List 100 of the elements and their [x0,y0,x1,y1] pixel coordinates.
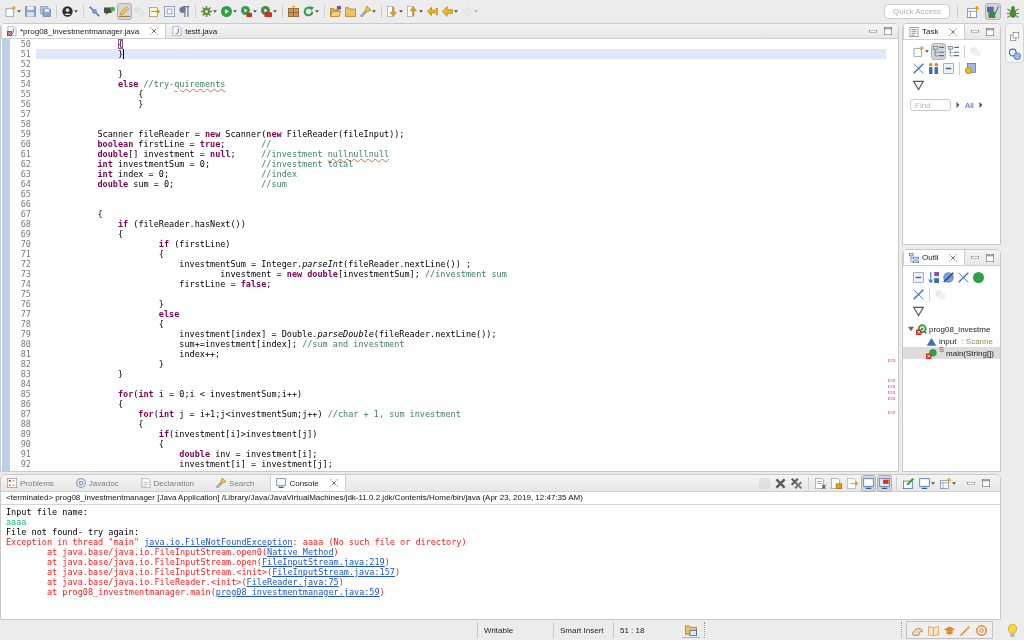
view-tab[interactable]: Console [270,475,346,491]
source-link[interactable]: FileReader.java:75 [246,577,339,587]
line-number: 87 [20,409,31,419]
two-figures-icon [928,63,939,74]
maximize-icon[interactable] [986,27,994,36]
view-tab[interactable]: Javadoc [69,475,135,491]
document-lock-icon [831,477,842,489]
task-list-icon [909,26,919,37]
warning-list-icon [7,478,17,488]
open-book-icon[interactable] [928,624,939,636]
status-field: 51 : 18 [614,625,676,635]
lifebuoy-icon[interactable] [976,624,987,636]
view-tab[interactable]: Declaration [134,475,211,491]
source-link[interactable]: FileInputStream.java:157 [272,567,395,577]
quick-access-field[interactable]: Quick Access [884,4,950,19]
code-line: if (fileReader.hasNext()) [117,219,246,229]
toolbar-button[interactable] [926,269,941,286]
crossed-line-icon [913,63,924,74]
pencil-icon [119,6,130,17]
caret-icon [454,10,458,13]
console-line: aaaa [6,517,27,527]
crossed-line-icon [958,272,969,283]
toolbar-button[interactable] [941,269,956,286]
perspective-button[interactable] [1005,3,1021,20]
minimize-icon[interactable] [971,29,979,34]
toolbar-button[interactable] [926,60,941,77]
double-cross-icon [791,477,802,489]
code-line: boolean firstLine = true; // [97,139,272,149]
code-line: else //try-quirements [117,79,226,89]
triangle-right-icon[interactable] [956,102,960,108]
triangle-down-icon [913,80,924,91]
find-field[interactable]: Find [910,99,951,111]
line-number: 61 [20,149,31,159]
bug-icon [1007,5,1019,18]
close-icon[interactable] [150,27,159,35]
status-button[interactable] [682,622,700,638]
framed-square-icon [164,6,175,17]
triangle-right-icon[interactable] [978,102,983,108]
maximize-icon[interactable] [982,479,990,487]
code-line: else [158,309,180,319]
source-link[interactable]: prog08_investmentmanager.java:59 [215,587,380,597]
triangle-down-icon[interactable] [908,326,914,332]
view-tab[interactable]: Task [903,24,966,39]
close-icon[interactable] [329,479,338,487]
close-icon[interactable] [949,27,958,36]
view-tab[interactable]: Problems [1,475,70,491]
minimize-icon[interactable] [971,255,979,260]
toolbar-button[interactable] [328,3,343,20]
magic-wand-icon[interactable] [960,624,971,636]
perspective-button[interactable] [985,3,1001,20]
dot-icon [973,272,984,283]
toolbar-button[interactable] [60,3,80,20]
line-number: 81 [20,349,31,359]
line-number: 90 [20,439,31,449]
caret-icon [372,10,376,13]
caret-icon [74,10,78,13]
perspective-button[interactable] [965,3,981,20]
code-line: int index = 0; //index [97,169,297,179]
source-link[interactable]: Native Method [267,547,334,557]
source-link[interactable]: FileInputStream.java:219 [261,557,385,567]
graduation-cap-icon[interactable] [944,624,955,636]
view-tab[interactable]: Outli [903,250,966,265]
tree-item[interactable]: input : Scanne [903,335,1000,347]
minimize-icon[interactable] [967,480,975,486]
line-number: 72 [20,259,31,269]
maximize-icon[interactable] [986,253,994,262]
toolbar-button[interactable] [946,43,961,60]
editor-tab[interactable]: testt.java [166,24,234,38]
document-plus-icon [913,46,924,57]
editor-tab[interactable]: *prog08_investmentmanager.java [1,24,167,38]
speech-bubble-icon [104,6,115,17]
line-number: 59 [20,129,31,139]
maximize-icon[interactable] [884,27,892,35]
console-line: at java.base/java.io.FileReader.<init>(FileReader.java:75) [46,577,344,587]
tree-list-icon [948,46,959,57]
minimize-icon[interactable] [869,28,877,34]
code-line: sum+=investment[index]; //sum and investment [179,339,405,349]
window-arrow-icon [149,6,160,17]
source-link[interactable]: java.io.FileNotFoundException [144,537,293,547]
line-number: 65 [20,189,31,199]
line-number: 68 [20,219,31,229]
caret-icon [925,50,929,53]
caret-icon [474,10,478,13]
crate-icon [288,6,299,17]
help-rings-icon[interactable] [1008,48,1021,60]
arrow-left-icon [427,6,438,17]
line-number: 54 [20,79,31,89]
occurrence-marker-icon [888,391,895,394]
restore-icon[interactable] [1010,32,1019,41]
filter-link[interactable]: All [965,100,974,110]
arrow-up-icon [407,6,418,17]
view-tab[interactable]: Search [210,475,271,491]
close-icon[interactable] [949,253,958,262]
line-number: 89 [20,429,31,439]
code-line: { [158,439,164,449]
light-bulb-icon[interactable] [1007,623,1018,637]
console-line: Input file name: [6,507,88,517]
console-line: at java.base/java.io.FileInputStream.<init>(FileInputStream.java:157) [46,567,401,577]
toolbar-button[interactable] [789,475,804,492]
tree-item[interactable]: prog08_investme [903,323,1000,335]
